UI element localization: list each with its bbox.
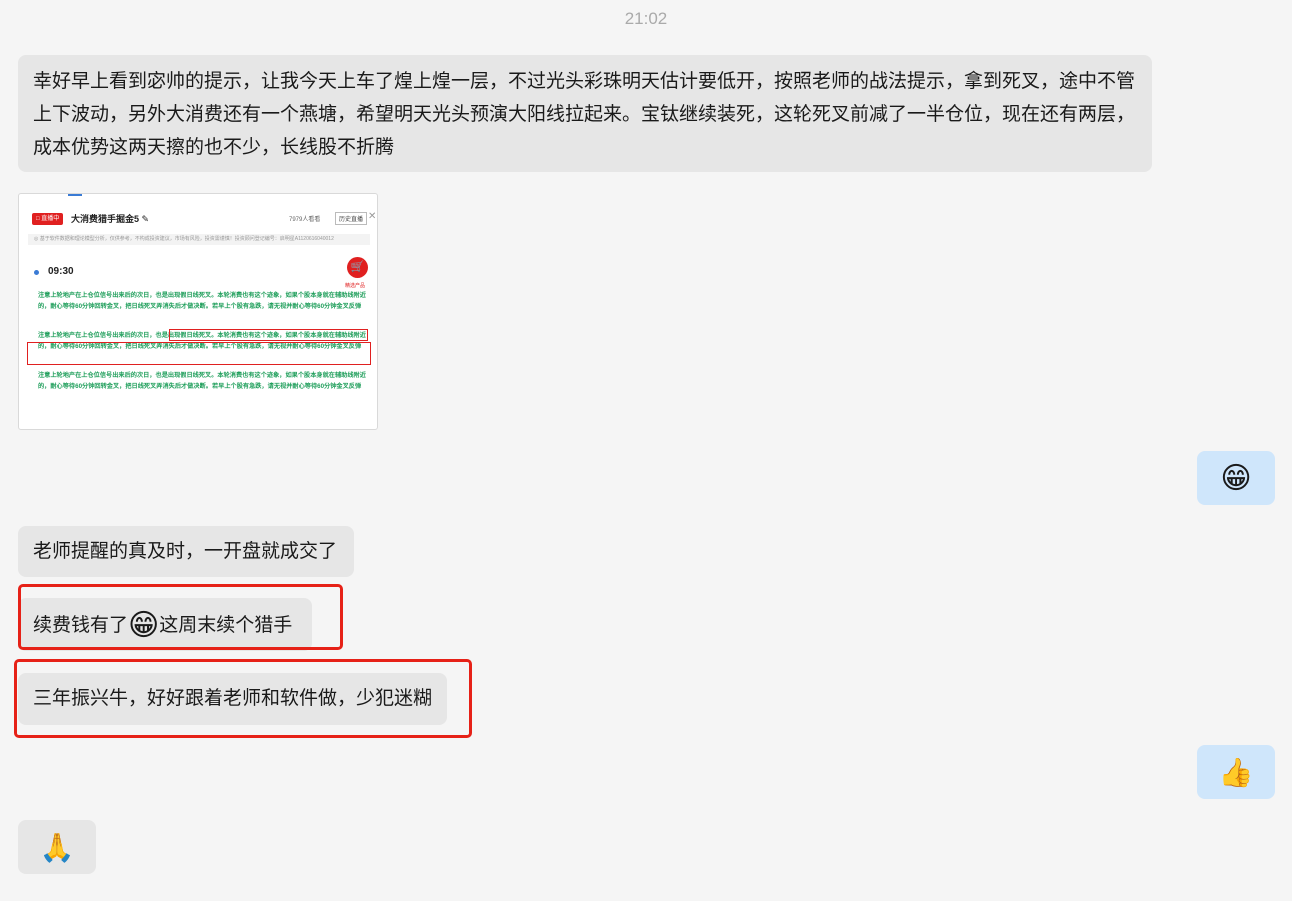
grinning-emoji-icon: 😁 bbox=[1220, 461, 1252, 495]
live-room-title: 大消费猎手掘金5 ✎ bbox=[71, 214, 150, 224]
highlight-box bbox=[27, 342, 371, 365]
message-line: 上下波动，另外大消费还有一个燕塘，希望明天光头预演大阳线拉起来。宝钛继续装死，这… bbox=[33, 104, 1136, 125]
folded-hands-emoji-icon: 🙏 bbox=[39, 831, 75, 863]
message-bubble[interactable]: 🙏 bbox=[18, 820, 96, 874]
timeline-dot bbox=[34, 270, 39, 275]
cart-icon: 🛒 bbox=[347, 257, 368, 278]
live-badge: □ 直播中 bbox=[32, 213, 64, 225]
disclaimer-bar: ◎ 基于软件数据和理论模型分析，仅供参考，不构成投资建议，市场有风险，投资需谨慎… bbox=[28, 234, 370, 245]
post-paragraph: 注意上轮地产在上仓位信号出来后的次日，也是出现假日线死叉。本轮消费也有这个迹象，… bbox=[38, 372, 366, 390]
post-paragraph: 注意上轮地产在上仓位信号出来后的次日，也是出现假日线死叉。本轮消费也有这个迹象，… bbox=[38, 292, 366, 310]
highlight-box bbox=[18, 584, 343, 650]
history-button: 历史直播 bbox=[335, 212, 368, 225]
message-bubble[interactable]: 👍 bbox=[1197, 745, 1275, 799]
message-line: 成本优势这两天擦的也不少，长线股不折腾 bbox=[33, 137, 395, 158]
message-bubble[interactable]: 😁 bbox=[1197, 451, 1275, 505]
message-line: 幸好早上看到宓帅的提示，让我今天上车了煌上煌一层，不过光头彩珠明天估计要低开，按… bbox=[33, 71, 1136, 92]
message-bubble[interactable]: 老师提醒的真及时，一开盘就成交了 bbox=[18, 526, 354, 577]
tab-indicator bbox=[68, 194, 82, 196]
highlight-box bbox=[14, 659, 472, 738]
cart-label: 精选产品 bbox=[345, 283, 366, 289]
highlight-box bbox=[169, 329, 368, 341]
thumbs-up-emoji-icon: 👍 bbox=[1218, 756, 1254, 788]
screenshot-image[interactable]: □ 直播中 大消费猎手掘金5 ✎ 7979人看看 历史直播 ✕ ◎ 基于软件数据… bbox=[18, 193, 378, 430]
message-text: 老师提醒的真及时，一开盘就成交了 bbox=[33, 541, 338, 562]
post-time: 09:30 bbox=[48, 266, 74, 277]
message-bubble[interactable]: 幸好早上看到宓帅的提示，让我今天上车了煌上煌一层，不过光头彩珠明天估计要低开，按… bbox=[18, 55, 1152, 172]
close-icon: ✕ bbox=[368, 211, 377, 222]
timestamp: 21:02 bbox=[624, 9, 668, 28]
viewer-count: 7979人看看 bbox=[289, 217, 321, 223]
